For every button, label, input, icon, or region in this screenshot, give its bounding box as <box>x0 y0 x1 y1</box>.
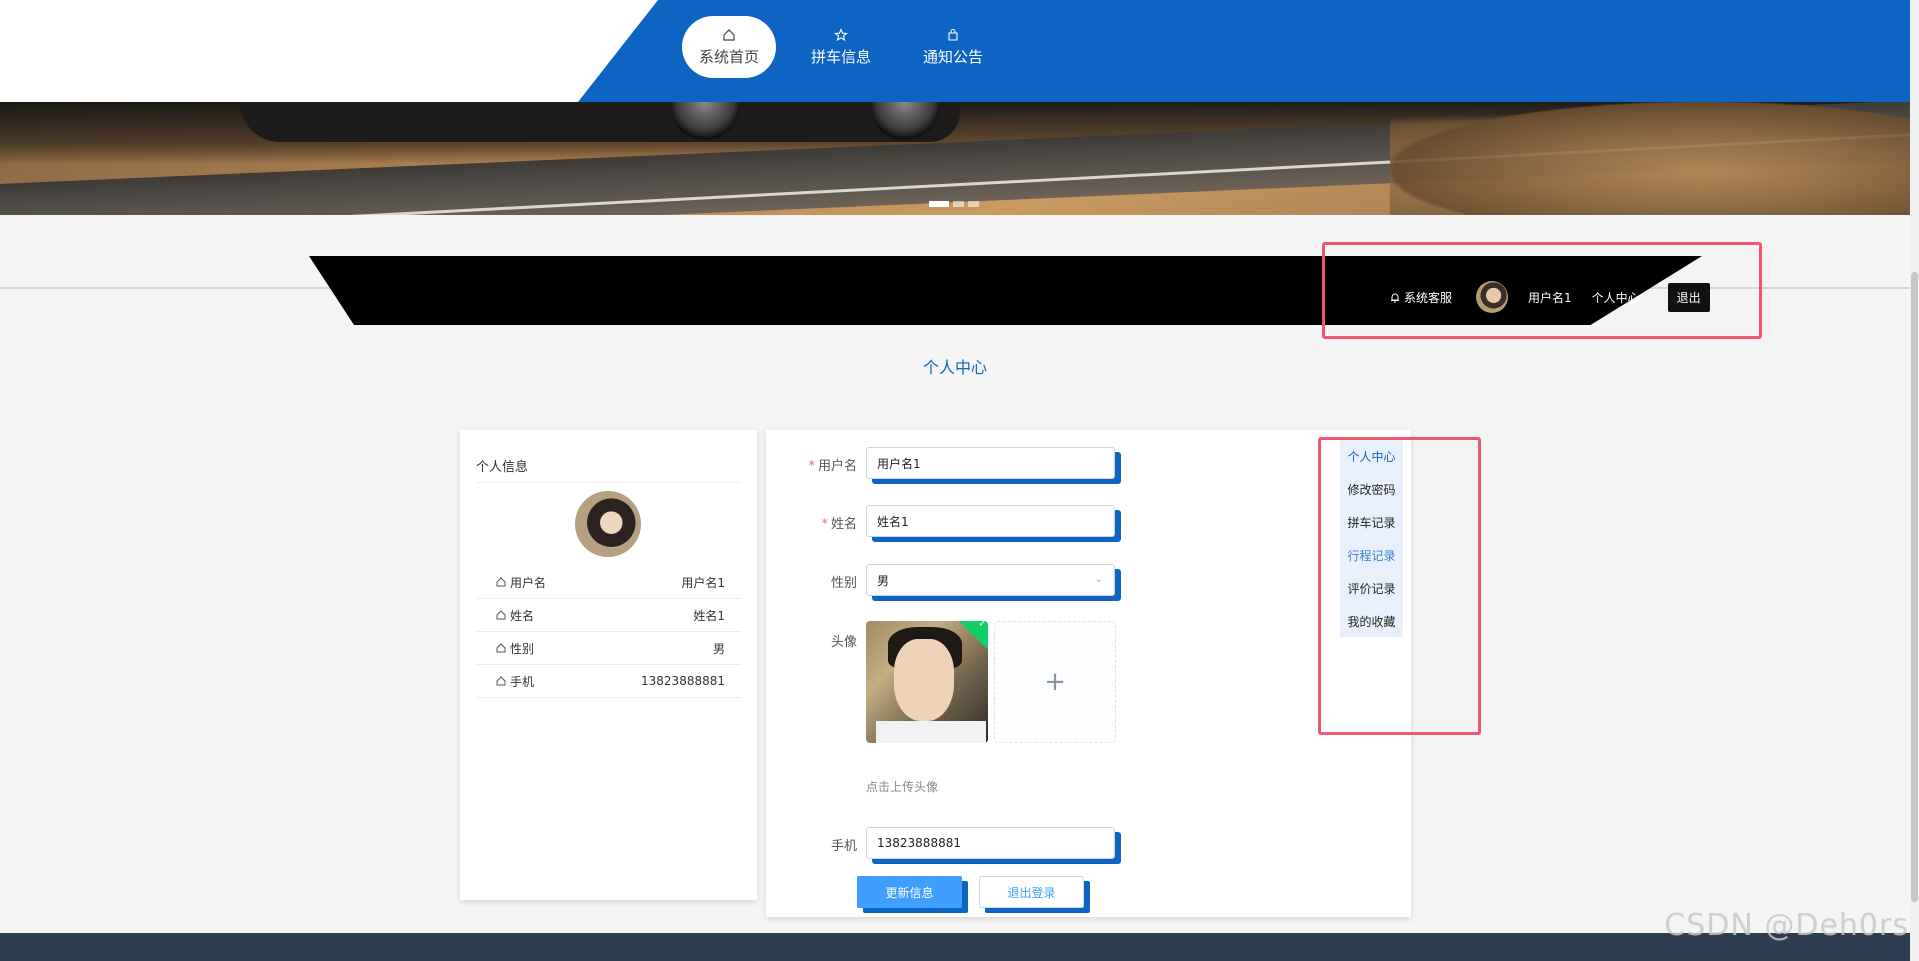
profile-info-list: 用户名 用户名1 姓名 姓名1 性别 男 手机 13823888881 <box>476 566 741 698</box>
info-value: 男 <box>712 641 725 656</box>
bag-icon <box>948 28 958 41</box>
logout-account-button[interactable]: 退出登录 <box>979 876 1084 908</box>
carousel-indicators <box>929 201 979 207</box>
banner-carousel <box>0 102 1910 215</box>
gender-select[interactable]: 男 ⌄ <box>866 564 1121 601</box>
info-row-username: 用户名 用户名1 <box>476 566 741 599</box>
main-nav: 系统首页 拼车信息 通知公告 <box>682 16 1018 78</box>
highlight-box-userbar <box>1322 242 1762 339</box>
carousel-dot[interactable] <box>953 201 964 207</box>
banner-shrubs <box>1390 102 1910 215</box>
nav-item-label: 拼车信息 <box>810 47 871 66</box>
page-title: 个人中心 <box>922 358 987 377</box>
home-icon <box>496 643 506 653</box>
upload-success-check: ✓ <box>959 621 988 650</box>
info-label-text: 姓名 <box>510 608 535 623</box>
divider <box>476 482 741 483</box>
info-value: 13823888881 <box>641 674 725 688</box>
info-row-name: 姓名 姓名1 <box>476 599 741 632</box>
home-icon <box>723 28 735 41</box>
username-field-label: * 用户名 <box>808 459 857 474</box>
name-field-label: * 姓名 <box>821 517 857 532</box>
info-value: 姓名1 <box>693 608 725 623</box>
carousel-dot[interactable] <box>968 201 979 207</box>
phone-field[interactable]: 13823888881 <box>866 827 1121 864</box>
nav-item-label: 通知公告 <box>922 47 983 66</box>
name-field[interactable]: 姓名1 <box>866 505 1121 542</box>
upload-add-button[interactable]: + <box>994 621 1116 743</box>
nav-item-label: 系统首页 <box>698 47 759 66</box>
watermark: CSDN @Deh0rs <box>1664 908 1909 943</box>
info-row-gender: 性别 男 <box>476 632 741 665</box>
phone-input[interactable]: 13823888881 <box>866 827 1115 859</box>
star-icon <box>834 27 848 41</box>
home-icon <box>496 676 506 686</box>
highlight-box-side-menu <box>1318 437 1481 735</box>
home-icon <box>496 577 506 587</box>
profile-card-title: 个人信息 <box>476 460 529 475</box>
gender-select-value[interactable]: 男 <box>866 564 1115 596</box>
info-row-phone: 手机 13823888881 <box>476 665 741 698</box>
name-input[interactable]: 姓名1 <box>866 505 1115 537</box>
info-label-text: 用户名 <box>510 575 547 590</box>
info-label-text: 性别 <box>510 641 535 656</box>
profile-card: 个人信息 用户名 用户名1 姓名 姓名1 性别 男 手机 13823888881 <box>460 430 757 900</box>
page-footer <box>0 933 1910 961</box>
profile-avatar <box>575 491 641 557</box>
banner-car <box>240 102 960 142</box>
chevron-down-icon: ⌄ <box>1094 574 1103 585</box>
gender-field-label: 性别 <box>830 576 857 591</box>
avatar-field-label: 头像 <box>830 635 857 650</box>
avatar-preview[interactable]: ✓ <box>866 621 988 743</box>
upload-hint: 点击上传头像 <box>866 780 939 794</box>
carousel-dot[interactable] <box>929 201 949 207</box>
nav-item-carpool[interactable]: 拼车信息 <box>794 16 888 78</box>
home-icon <box>496 610 506 620</box>
nav-item-notice[interactable]: 通知公告 <box>906 16 1000 78</box>
plus-icon: + <box>1044 667 1066 697</box>
info-label-text: 手机 <box>510 674 535 689</box>
phone-field-label: 手机 <box>830 839 857 854</box>
username-input[interactable]: 用户名1 <box>866 447 1115 479</box>
update-info-button[interactable]: 更新信息 <box>857 876 962 908</box>
username-field[interactable]: 用户名1 <box>866 447 1121 484</box>
scrollbar-thumb[interactable] <box>1911 272 1918 902</box>
nav-item-home[interactable]: 系统首页 <box>682 16 776 78</box>
check-icon: ✓ <box>978 621 987 630</box>
info-value: 用户名1 <box>681 575 725 590</box>
